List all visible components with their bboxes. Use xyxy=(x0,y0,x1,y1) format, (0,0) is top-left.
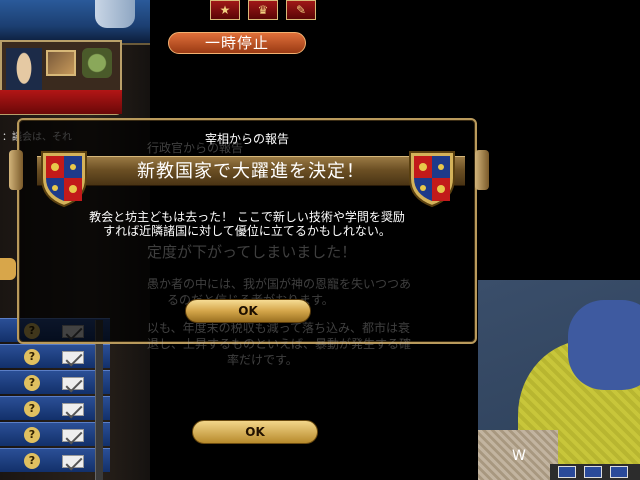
report-dialog: 行政官からの報告 定度が下がってしまいました！ 愚か者の中には、我が国が神の恩寵… xyxy=(9,118,489,367)
flag-icon[interactable] xyxy=(584,466,602,478)
quill-button[interactable]: ✎ xyxy=(286,0,316,20)
flag-icon[interactable] xyxy=(558,466,576,478)
map-label: W xyxy=(512,448,526,464)
pause-button[interactable]: 一時停止 xyxy=(168,32,306,54)
dialog-body: 教会と坊主どもは去った！ ここで新しい技術や学問を奨励 すれば近隣諸国に対して優… xyxy=(19,210,475,238)
message-row[interactable]: ? xyxy=(0,344,110,368)
question-icon: ? xyxy=(24,453,40,469)
star-button[interactable]: ★ xyxy=(210,0,240,20)
background-ok-button[interactable]: OK xyxy=(192,420,318,444)
flag-icon[interactable] xyxy=(610,466,628,478)
envelope-icon xyxy=(62,455,84,468)
world-map[interactable]: W xyxy=(478,280,640,480)
question-icon: ? xyxy=(24,349,40,365)
envelope-icon xyxy=(62,351,84,364)
envelope-icon xyxy=(62,377,84,390)
red-drape xyxy=(0,90,122,114)
scroll-decoration xyxy=(95,0,135,28)
shield-icon xyxy=(39,148,89,208)
message-scrollbar[interactable] xyxy=(95,320,103,480)
message-row[interactable]: ? xyxy=(0,370,110,394)
question-icon: ? xyxy=(24,427,40,443)
scroll-end-right xyxy=(475,150,489,190)
ghost-text: 定度が下がってしまいました！ xyxy=(147,243,357,261)
painting-icon[interactable] xyxy=(46,50,76,76)
shield-icon xyxy=(407,148,457,208)
flag-bar xyxy=(550,464,640,480)
question-icon: ? xyxy=(24,375,40,391)
dialog-body-line: 教会と坊主どもは去った！ ここで新しい技術や学問を奨励 xyxy=(89,210,405,224)
message-row[interactable]: ? xyxy=(0,422,110,446)
message-row[interactable]: ? xyxy=(0,448,110,472)
dialog-title: 宰相からの報告 xyxy=(204,132,289,146)
left-side-tab[interactable] xyxy=(0,258,16,280)
cannon-icon[interactable] xyxy=(82,48,112,78)
dialog-body-line: すれば近隣諸国に対して優位に立てるかもしれない。 xyxy=(103,224,391,238)
headline-banner: 新教国家で大躍進を決定！ xyxy=(37,156,465,186)
ghost-text: 率だけです。 xyxy=(227,353,298,367)
envelope-icon xyxy=(62,429,84,442)
crown-button[interactable]: ♛ xyxy=(248,0,278,20)
ok-button[interactable]: OK xyxy=(185,299,311,323)
scroll-end-left xyxy=(9,150,23,190)
envelope-icon xyxy=(62,403,84,416)
top-toolbar: ★ ♛ ✎ xyxy=(210,0,320,22)
question-icon: ? xyxy=(24,401,40,417)
headline-text: 新教国家で大躍進を決定！ xyxy=(137,161,365,182)
map-region[interactable] xyxy=(568,300,640,390)
message-row[interactable]: ? xyxy=(0,396,110,420)
